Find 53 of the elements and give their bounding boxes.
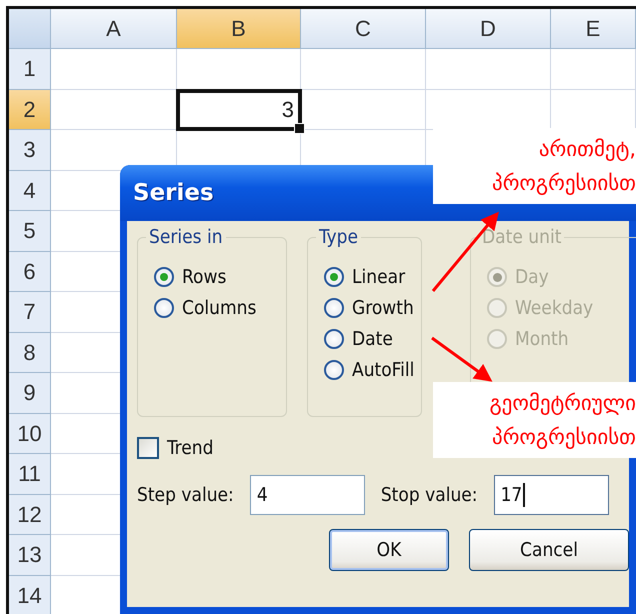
column-header[interactable]: E [551, 9, 636, 49]
column-header[interactable]: C [301, 9, 426, 49]
option-label[interactable]: AutoFill [352, 359, 414, 381]
option-label[interactable]: Linear [352, 266, 406, 288]
annotation-tooltip: არითმეტ, პროგრესიისთ [433, 128, 636, 204]
active-cell[interactable]: 3 [176, 88, 302, 131]
row-header[interactable]: 11 [9, 454, 51, 494]
radio-button[interactable] [324, 298, 344, 318]
dialog-title: Series [133, 180, 214, 206]
option-label[interactable]: Date [352, 328, 393, 350]
sheet-cell[interactable] [301, 49, 426, 90]
column-header[interactable]: A [51, 9, 177, 49]
row-header[interactable]: 10 [9, 414, 51, 454]
row-header[interactable]: 9 [9, 373, 51, 414]
row-header[interactable]: 7 [9, 292, 51, 332]
row-header[interactable]: 2 [9, 90, 51, 130]
option-label[interactable]: Columns [182, 297, 256, 319]
option-label: Weekday [515, 297, 594, 319]
column-header[interactable]: B [177, 9, 301, 49]
row-header[interactable]: 1 [9, 49, 51, 90]
option-label: Month [515, 328, 569, 350]
arrow [431, 336, 492, 382]
row-header[interactable]: 13 [9, 535, 51, 576]
field-label: Step value: [137, 484, 234, 506]
option-label: Day [515, 266, 549, 288]
row-header[interactable]: 6 [9, 252, 51, 292]
input-field[interactable]: 17 [494, 475, 609, 515]
radio-button[interactable] [324, 267, 344, 287]
row-header[interactable]: 3 [9, 130, 51, 170]
checkbox-label[interactable]: Trend [167, 437, 214, 459]
sheet-cell[interactable] [551, 49, 636, 90]
column-header[interactable]: D [426, 9, 551, 49]
ok-button[interactable]: OK [329, 529, 449, 571]
checkbox[interactable] [137, 437, 159, 459]
field-label: Stop value: [380, 484, 478, 506]
row-header[interactable]: 8 [9, 332, 51, 373]
fill-handle[interactable] [294, 123, 305, 134]
sheet-cell[interactable] [51, 49, 177, 90]
annotation-tooltip: გეომეტრიული პროგრესიისთ [433, 382, 636, 458]
row-header[interactable]: 5 [9, 211, 51, 252]
radio-button[interactable] [154, 298, 174, 318]
radio-button[interactable] [324, 329, 344, 349]
option-label[interactable]: Growth [352, 297, 414, 319]
row-header[interactable]: 14 [9, 576, 51, 614]
row-header[interactable]: 4 [9, 170, 51, 211]
group-title: Type [316, 226, 361, 248]
option-label[interactable]: Rows [182, 266, 226, 288]
radio-button[interactable] [324, 360, 344, 380]
row-header[interactable]: 12 [9, 494, 51, 535]
sheet-cell[interactable] [426, 49, 551, 90]
radio-button[interactable] [154, 267, 174, 287]
cancel-button[interactable]: Cancel [469, 529, 629, 571]
input-field[interactable]: 4 [250, 475, 365, 515]
